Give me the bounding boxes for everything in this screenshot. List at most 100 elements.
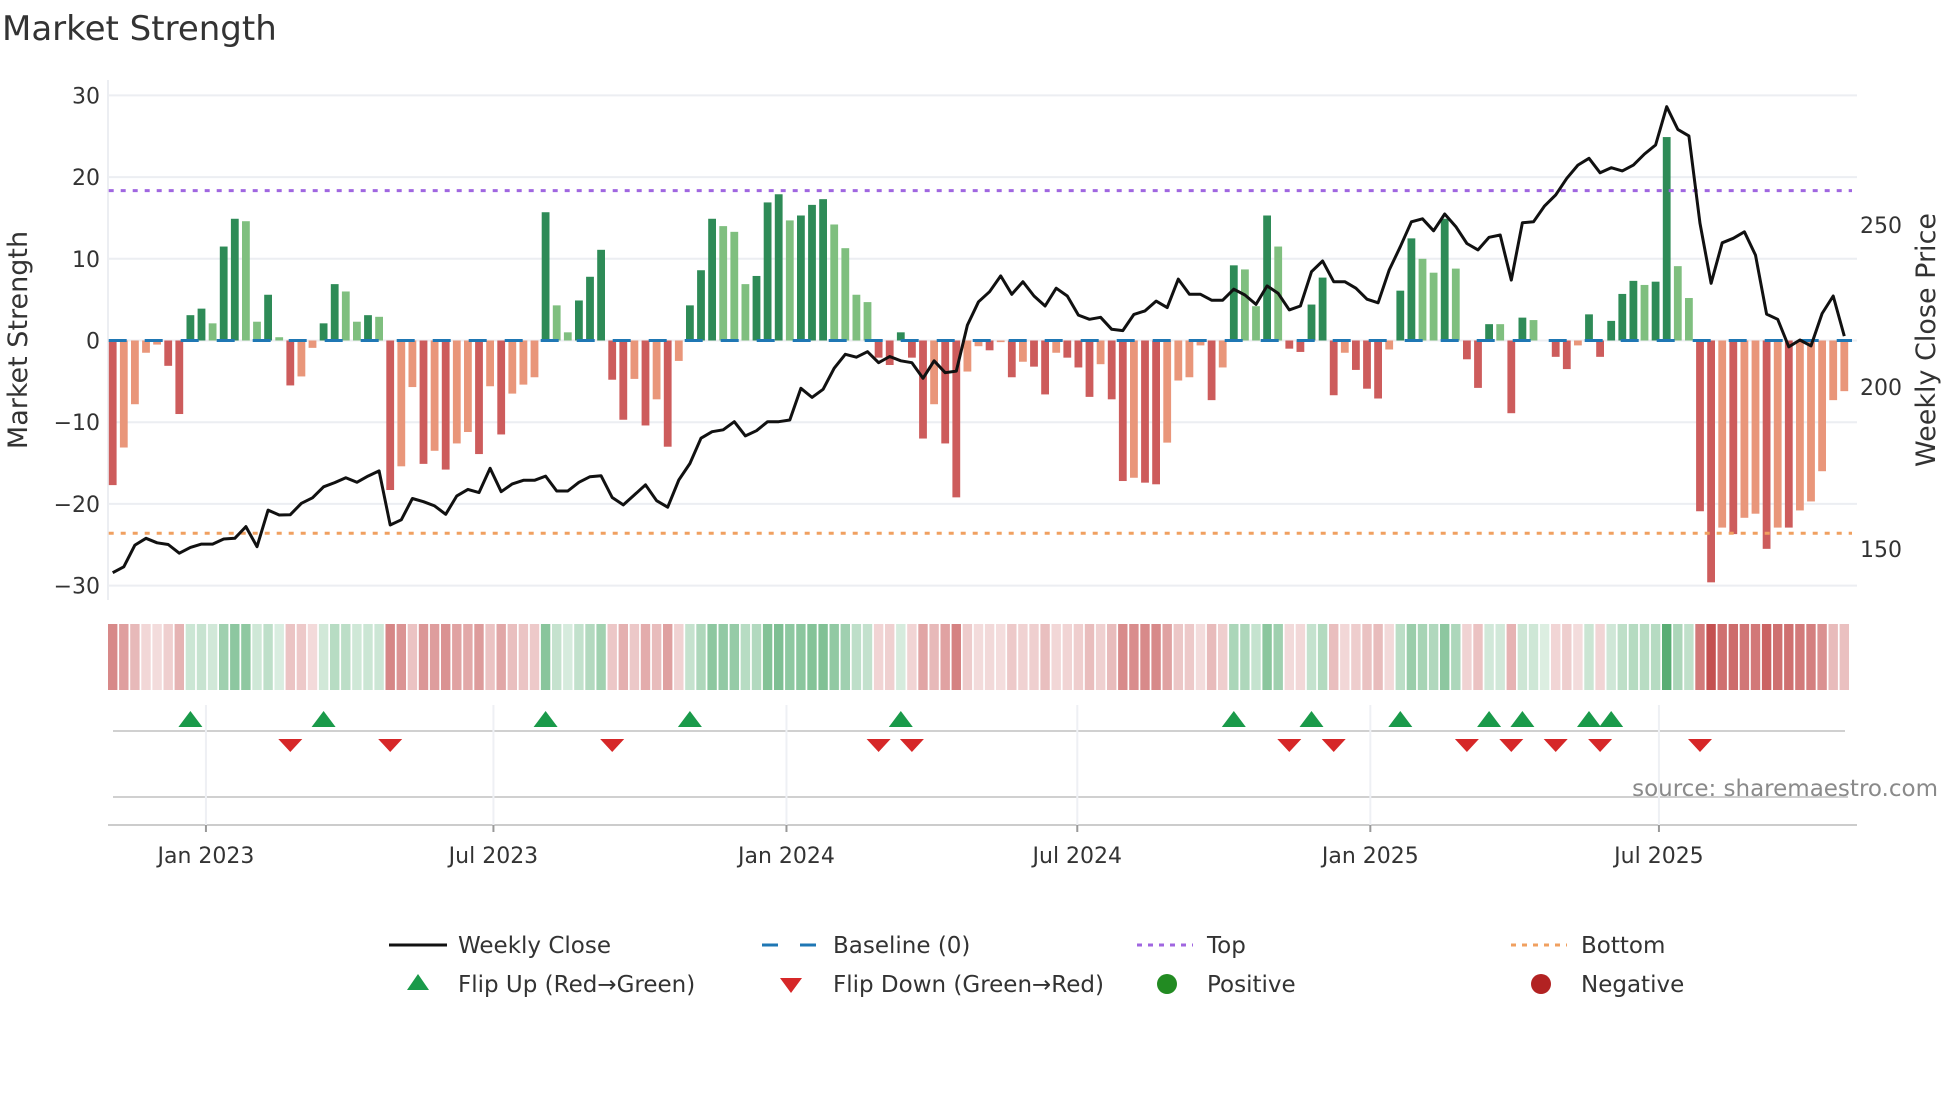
legend-label: Top [1206,933,1246,959]
strength-bar [364,315,372,341]
strength-bar [863,302,872,341]
strip-cell [796,624,806,690]
strength-bar [486,340,494,387]
strip-cell [729,624,739,690]
strip-cell [407,624,418,690]
strip-cell [1617,624,1627,690]
strength-bar [1707,340,1715,583]
legend-label: Flip Down (Green→Red) [833,972,1104,998]
flip-up-marker [1299,711,1324,727]
strip-cell [1473,624,1483,690]
strength-bar [319,323,328,341]
strength-bar [930,340,938,405]
strength-bar [941,340,950,444]
strength-bar [1063,340,1072,358]
strength-bar [1329,340,1338,396]
x-tick-label: Jul 2023 [447,844,539,869]
strength-bar [1485,324,1493,341]
strength-bar [208,323,217,341]
strip-cell [474,624,484,690]
strip-cell [1484,624,1494,690]
strip-cell [618,624,628,690]
strip-cell [274,624,284,690]
legend-item-line: Weekly Close [389,933,611,959]
strip-cell [718,624,728,690]
strip-cell [1317,624,1328,690]
strip-cell [1195,624,1206,690]
strength-bar [1085,340,1094,397]
flip-up-marker [677,711,702,727]
strip-cell [840,624,850,690]
strength-bar [819,199,827,341]
strip-cell [1118,624,1128,690]
strip-cell [1295,624,1306,690]
strength-bar [1440,218,1449,341]
strength-bar [408,340,417,388]
strip-cell [918,624,928,690]
strip-cell [862,624,873,690]
strength-bars [108,137,1849,583]
strip-cell [607,624,617,690]
y-tick-label: 0 [86,330,100,355]
strength-bar [563,332,572,341]
flip-down-marker [899,739,924,752]
strength-bar [1118,340,1127,482]
strength-bar [1796,340,1804,511]
strip-cell [1495,624,1505,690]
strip-cell [1229,624,1239,690]
strength-bar [1185,340,1194,378]
strip-cell [396,624,406,690]
strip-cell [1551,624,1561,690]
strength-bar [131,340,139,405]
strength-bar [1041,340,1049,395]
strip-cell [429,624,440,690]
strength-bar [1152,340,1160,485]
strength-bar [996,340,1005,343]
strip-cell [141,624,151,690]
strip-cell [907,624,917,690]
strength-bar [1463,340,1471,360]
strip-cell [1662,624,1672,690]
strip-cell [1384,624,1394,690]
y-tick-label: 10 [72,248,100,273]
strip-cell [318,624,329,690]
strength-bar [242,221,250,341]
strength-bar [441,340,450,470]
legend-item-baseline: Baseline (0) [762,933,970,959]
strength-bar [686,305,694,341]
strip-cell [1262,624,1272,690]
strip-cell [1584,624,1594,690]
strength-bar [1496,324,1505,341]
strength-bar [1307,304,1316,341]
y-tick-label: −30 [54,575,100,600]
flip-down-marker [378,739,403,752]
strength-bar [186,315,195,341]
strength-bar [275,337,284,341]
strip-cell [1562,624,1572,690]
strip-cell [685,624,695,690]
strength-bar [830,224,839,341]
flip-up-marker [178,711,203,727]
strength-bar [297,340,306,377]
strip-cell [1007,624,1017,690]
strength-bar [963,340,972,372]
flip-markers [113,711,1848,798]
strip-cell [441,624,451,690]
strength-bar [1474,340,1482,388]
strength-bar [1629,280,1638,341]
strip-cell [196,624,207,690]
strip-cell [485,624,495,690]
market-strength-chart: Market Strength 30 20 10 0 −10 −20 −30 250 200 1… [2,9,1942,998]
strip-cell [629,624,640,690]
strength-bar [1052,340,1061,353]
y-tick-label: 20 [72,166,100,191]
strength-bar [1618,293,1627,341]
strip-cell [108,624,118,690]
strip-cell [774,624,784,690]
strength-bar [885,340,894,366]
strength-bar [419,340,428,464]
flip-down-marker [1454,739,1479,752]
strip-cell [207,624,218,690]
strength-bar [1107,340,1116,400]
strength-bar [597,249,605,341]
